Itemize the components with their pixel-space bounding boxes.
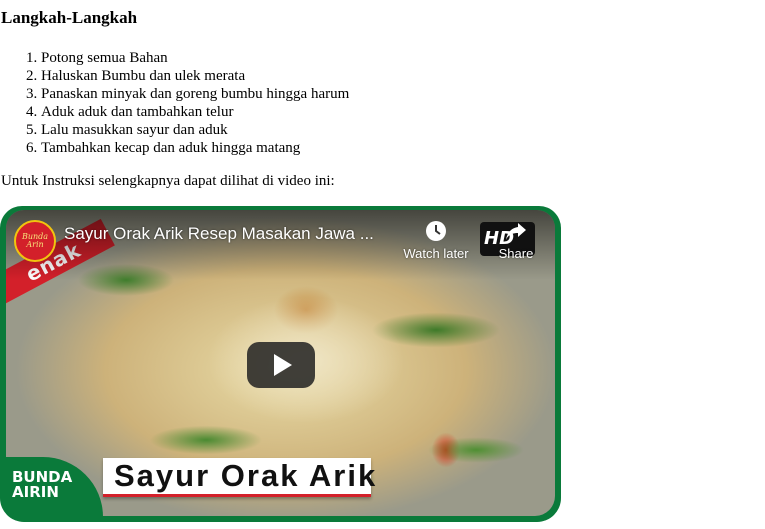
step-item: Panaskan minyak dan goreng bumbu hingga … [41,85,349,103]
share-button[interactable]: Share [494,220,538,261]
title-banner-text: Sayur Orak Arik [114,458,378,493]
video-intro-text: Untuk Instruksi selengkapnya dapat dilih… [1,173,335,189]
video-title-link[interactable]: Sayur Orak Arik Resep Masakan Jawa ... [64,224,394,244]
brand-line-2: AIRIN [12,483,59,501]
step-item: Tambahkan kecap dan aduk hingga matang [41,139,349,157]
steps-list: Potong semua Bahan Haluskan Bumbu dan ul… [0,49,349,157]
step-item: Lalu masukkan sayur dan aduk [41,121,349,139]
title-overlay [6,210,555,280]
watch-later-label: Watch later [403,246,469,261]
clock-icon [426,221,446,241]
step-item: Aduk aduk dan tambahkan telur [41,103,349,121]
play-icon [274,354,292,376]
channel-logo-text: Bunda Arin [21,232,49,249]
play-button[interactable] [247,342,315,388]
step-item: Potong semua Bahan [41,49,349,67]
brand-logo-text: BUNDA AIRIN [12,470,72,500]
section-heading: Langkah-Langkah [1,8,138,27]
watch-later-button[interactable]: Watch later [400,220,472,261]
share-label: Share [498,246,534,261]
share-icon [506,223,526,240]
step-item: Haluskan Bumbu dan ulek merata [41,67,349,85]
channel-logo[interactable]: Bunda Arin [14,220,56,262]
